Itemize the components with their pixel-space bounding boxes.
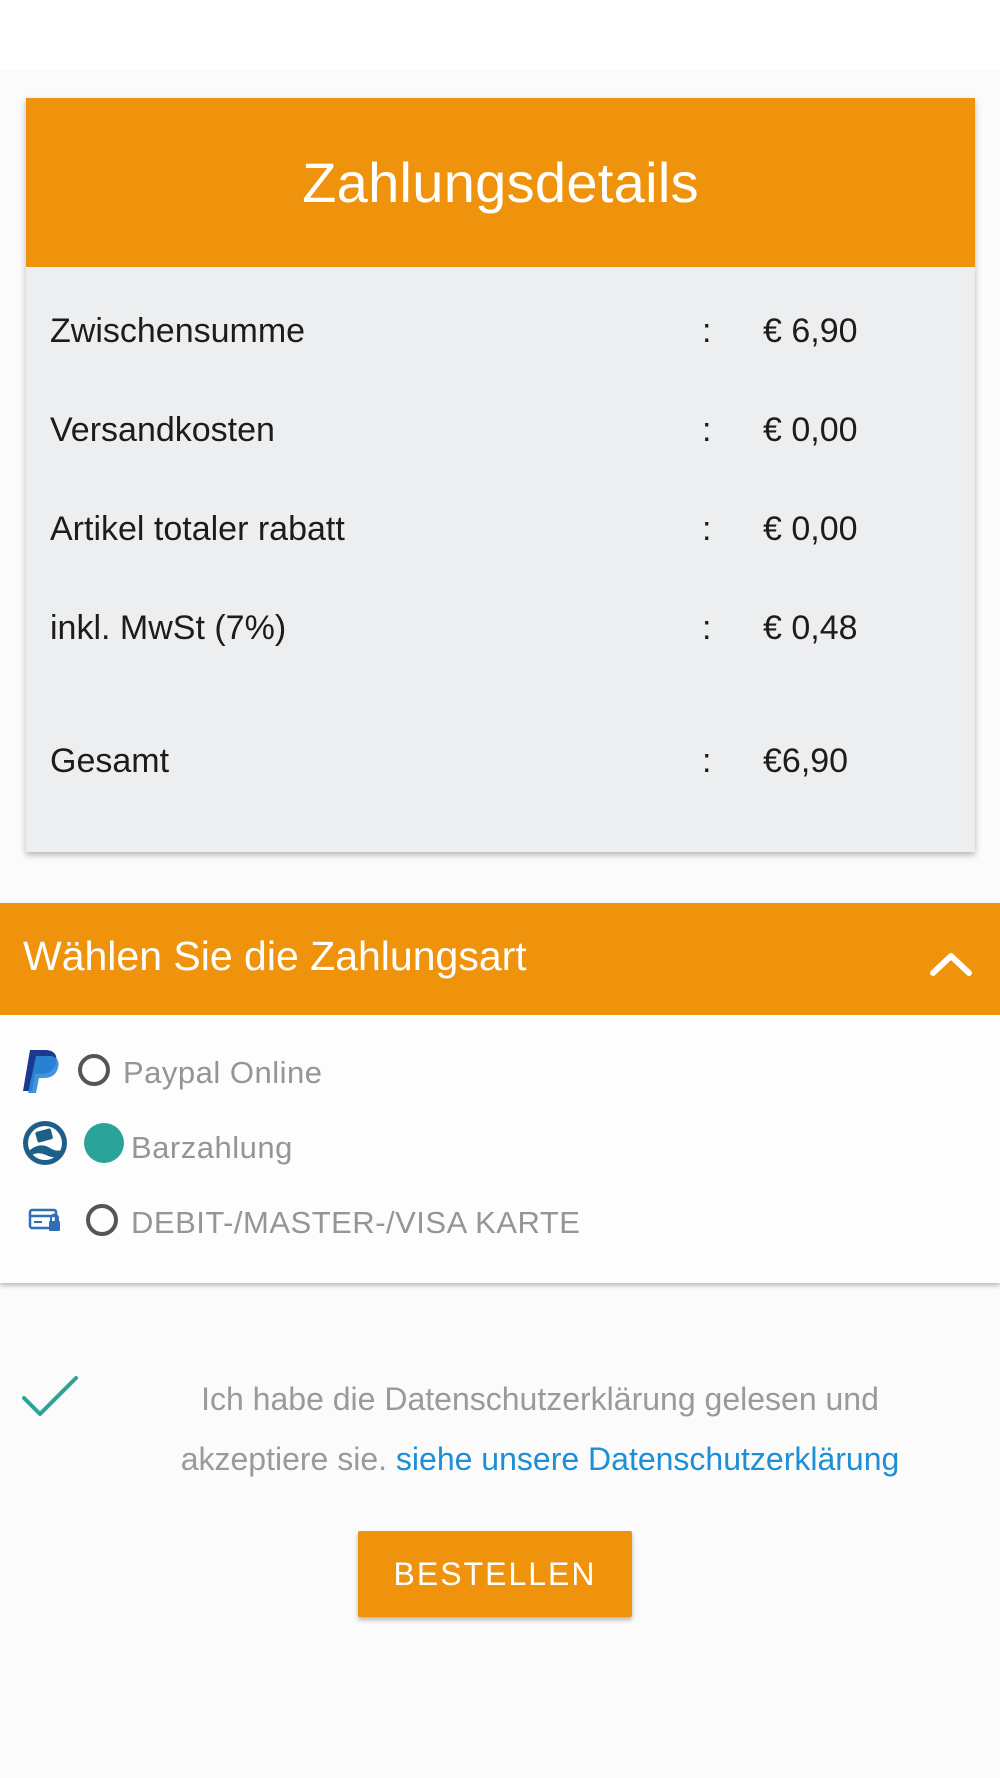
- vat-row: inkl. MwSt (7%) : € 0,48: [26, 609, 975, 659]
- payment-method-header[interactable]: Wählen Sie die Zahlungsart: [0, 903, 1000, 1015]
- paypal-radio[interactable]: [78, 1054, 110, 1086]
- paypal-icon: [23, 1050, 59, 1093]
- subtotal-row: Zwischensumme : € 6,90: [26, 312, 975, 362]
- discount-row: Artikel totaler rabatt : € 0,00: [26, 510, 975, 560]
- order-button[interactable]: BESTELLEN: [358, 1531, 632, 1617]
- vat-label: inkl. MwSt (7%): [50, 609, 287, 647]
- credit-card-icon: [28, 1208, 60, 1231]
- privacy-checkmark-icon[interactable]: [20, 1372, 80, 1420]
- total-colon: :: [702, 742, 712, 780]
- payment-details-card: Zahlungsdetails Zwischensumme : € 6,90 V…: [26, 98, 975, 852]
- payment-option-paypal[interactable]: Paypal Online: [0, 1045, 1000, 1105]
- payment-options-panel: Paypal Online Barzahlung DEBIT-/MASTER-/…: [0, 1015, 1000, 1283]
- subtotal-label: Zwischensumme: [50, 312, 306, 350]
- total-row: Gesamt : €6,90: [26, 742, 975, 792]
- privacy-text-line2: akzeptiere sie.: [180, 1441, 388, 1477]
- shipping-label: Versandkosten: [50, 411, 275, 449]
- privacy-text-line1: Ich habe die Datenschutzerklärung gelese…: [201, 1381, 879, 1417]
- discount-label: Artikel totaler rabatt: [50, 510, 345, 548]
- shipping-colon: :: [702, 411, 712, 449]
- shipping-row: Versandkosten : € 0,00: [26, 411, 975, 461]
- cash-label: Barzahlung: [131, 1130, 293, 1165]
- discount-value: € 0,00: [763, 510, 858, 548]
- privacy-consent-text: Ich habe die Datenschutzerklärung gelese…: [110, 1369, 970, 1489]
- shipping-value: € 0,00: [763, 411, 858, 449]
- subtotal-colon: :: [702, 312, 712, 350]
- vat-colon: :: [702, 609, 712, 647]
- payment-method-title: Wählen Sie die Zahlungsart: [23, 933, 527, 979]
- payment-details-header: Zahlungsdetails: [26, 98, 975, 267]
- payment-option-cash[interactable]: Barzahlung: [0, 1120, 1000, 1180]
- total-label: Gesamt: [50, 742, 170, 780]
- total-value: €6,90: [763, 742, 849, 780]
- privacy-policy-link[interactable]: siehe unsere Datenschutzerklärung: [396, 1441, 899, 1477]
- paypal-label: Paypal Online: [123, 1055, 323, 1090]
- subtotal-value: € 6,90: [763, 312, 858, 350]
- cash-icon: [23, 1121, 67, 1165]
- card-label: DEBIT-/MASTER-/VISA KARTE: [131, 1205, 581, 1240]
- cash-radio[interactable]: [84, 1123, 124, 1163]
- card-radio[interactable]: [86, 1204, 118, 1236]
- chevron-up-icon[interactable]: [928, 948, 974, 978]
- top-spacer: [0, 0, 1000, 70]
- vat-value: € 0,48: [763, 609, 858, 647]
- discount-colon: :: [702, 510, 712, 548]
- payment-details-title: Zahlungsdetails: [302, 151, 699, 214]
- payment-option-card[interactable]: DEBIT-/MASTER-/VISA KARTE: [0, 1195, 1000, 1255]
